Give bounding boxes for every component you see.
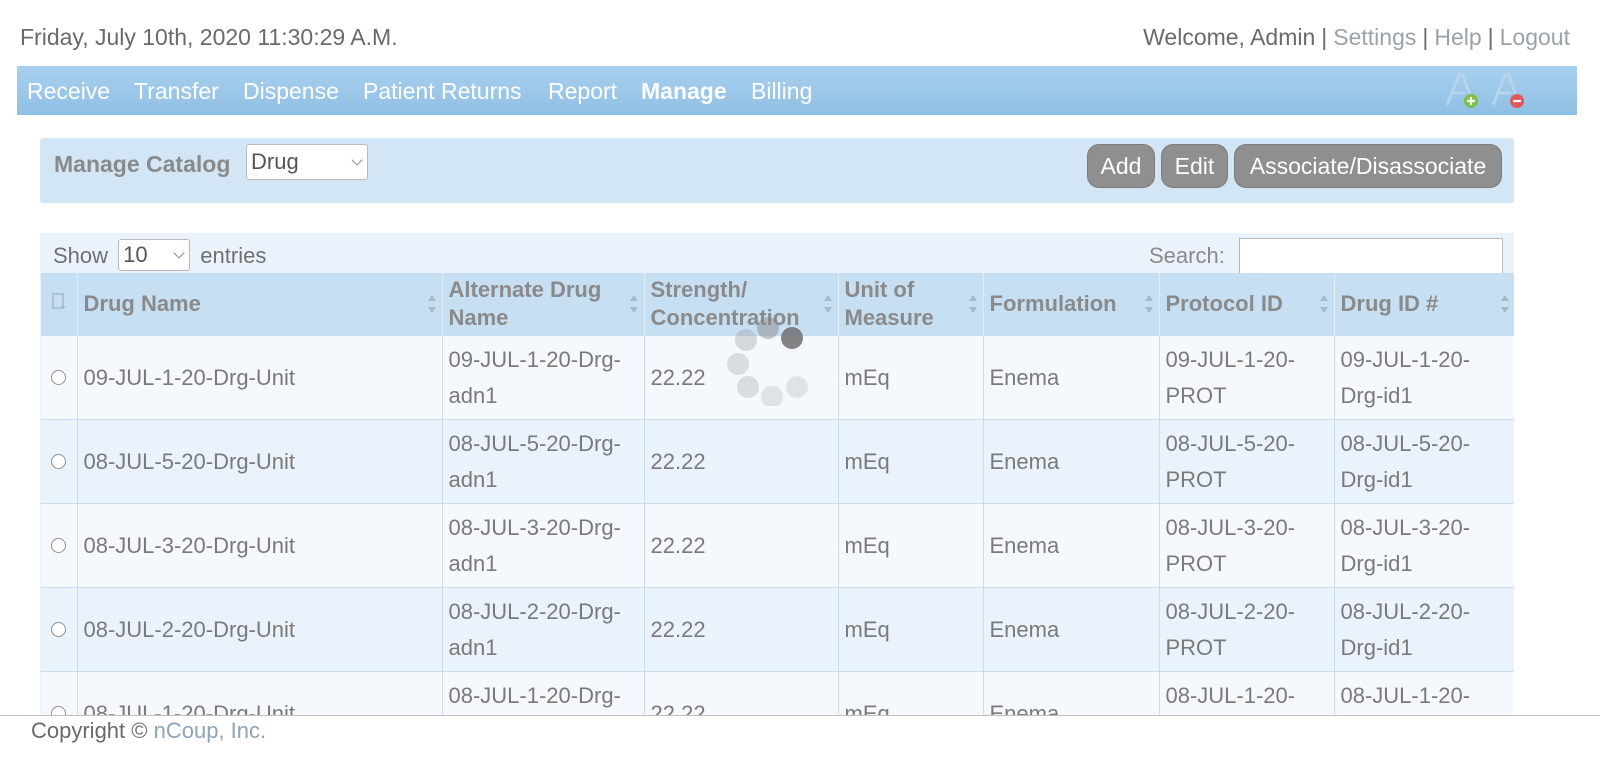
top-bar: Friday, July 10th, 2020 11:30:29 A.M. We… (0, 0, 1600, 65)
drug-id-cell: 08-JUL-3-20-Drg-id1 (1333, 503, 1514, 588)
brand-link[interactable]: nCoup, Inc. (154, 718, 267, 743)
alternate-name-cell: 08-JUL-5-20-Drg-adn1 (441, 419, 644, 504)
formulation-cell: Enema (982, 335, 1159, 420)
entries-select[interactable]: 10 (118, 239, 191, 271)
formulation-cell: Enema (982, 419, 1159, 504)
row-select-cell (41, 587, 77, 672)
drug-name-cell: 08-JUL-2-20-Drg-Unit (76, 587, 442, 672)
select-all-icon[interactable] (52, 293, 66, 311)
alternate-name-cell: 09-JUL-1-20-Drg-adn1 (441, 335, 644, 420)
nav-patient-returns[interactable]: Patient Returns (363, 78, 522, 105)
logout-link[interactable]: Logout (1500, 24, 1570, 50)
row-radio[interactable] (51, 621, 67, 637)
chevron-down-icon (351, 154, 363, 166)
formulation-cell: Enema (982, 587, 1159, 672)
nav-transfer[interactable]: Transfer (134, 78, 219, 105)
show-entries: Show 10 entries (53, 239, 267, 273)
main-nav: Receive Transfer Dispense Patient Return… (17, 66, 1577, 115)
edit-button[interactable]: Edit (1161, 144, 1228, 188)
drug-id-cell: 09-JUL-1-20-Drg-id1 (1333, 335, 1514, 420)
row-radio[interactable] (51, 453, 67, 469)
entries-label: entries (200, 242, 267, 268)
alternate-name-cell: 08-JUL-3-20-Drg-adn1 (441, 503, 644, 588)
user-links: Welcome, Admin | Settings | Help | Logout (1143, 24, 1570, 51)
protocol-id-cell: 08-JUL-5-20-PROT (1158, 419, 1334, 504)
copyright-text: Copyright © (31, 718, 148, 743)
strength-cell: 22.22 (643, 587, 838, 672)
separator: | (1321, 24, 1328, 50)
show-label: Show (53, 242, 109, 268)
nav-billing[interactable]: Billing (751, 78, 812, 105)
row-radio[interactable] (51, 537, 67, 553)
entries-select-value: 10 (123, 242, 148, 267)
sort-icon (1144, 295, 1153, 313)
row-select-cell (41, 335, 77, 420)
copyright: Copyright © nCoup, Inc. (31, 718, 266, 744)
strength-cell: 22.22 (643, 419, 838, 504)
font-increase-icon[interactable] (1441, 71, 1481, 111)
unit-cell: mEq (837, 503, 983, 588)
alternate-name-cell: 08-JUL-2-20-Drg-adn1 (441, 587, 644, 672)
drug-id-cell: 08-JUL-2-20-Drg-id1 (1333, 587, 1514, 672)
table-row[interactable]: 08-JUL-2-20-Drg-Unit 08-JUL-2-20-Drg-adn… (41, 587, 1514, 672)
add-button[interactable]: Add (1087, 144, 1155, 188)
protocol-id-cell: 08-JUL-2-20-PROT (1158, 587, 1334, 672)
spinner-icon (727, 317, 808, 406)
unit-cell: mEq (837, 587, 983, 672)
table-row[interactable]: 08-JUL-5-20-Drg-Unit 08-JUL-5-20-Drg-adn… (41, 419, 1514, 504)
nav-report[interactable]: Report (548, 78, 617, 105)
settings-link[interactable]: Settings (1333, 24, 1416, 50)
manage-catalog-label: Manage Catalog (54, 151, 231, 177)
drug-name-cell: 08-JUL-5-20-Drg-Unit (76, 419, 442, 504)
sort-icon (1319, 295, 1328, 313)
sort-icon (968, 295, 977, 313)
footer: Copyright © nCoup, Inc. (0, 715, 1600, 758)
row-select-cell (41, 503, 77, 588)
protocol-id-cell: 08-JUL-3-20-PROT (1158, 503, 1334, 588)
associate-disassociate-button[interactable]: Associate/Disassociate (1234, 144, 1502, 188)
select-column-header (41, 273, 77, 336)
sort-icon (427, 295, 436, 313)
column-header-drug-id[interactable]: Drug ID # (1333, 273, 1514, 336)
column-header-drug-name[interactable]: Drug Name (76, 273, 442, 336)
row-select-cell (41, 419, 77, 504)
protocol-id-cell: 09-JUL-1-20-PROT (1158, 335, 1334, 420)
formulation-cell: Enema (982, 503, 1159, 588)
sort-icon (1501, 295, 1509, 313)
unit-cell: mEq (837, 419, 983, 504)
chevron-down-icon (173, 247, 185, 259)
table-row[interactable]: 08-JUL-3-20-Drg-Unit 08-JUL-3-20-Drg-adn… (41, 503, 1514, 588)
catalog-select[interactable]: Drug (246, 144, 368, 180)
current-datetime: Friday, July 10th, 2020 11:30:29 A.M. (20, 24, 398, 50)
nav-dispense[interactable]: Dispense (243, 78, 339, 105)
column-header-unit-of-measure[interactable]: Unit of Measure (837, 273, 983, 336)
font-decrease-icon[interactable] (1487, 71, 1527, 111)
nav-receive[interactable]: Receive (27, 78, 110, 105)
manage-catalog-panel: Manage Catalog Drug Add Edit Associate/D… (40, 138, 1514, 203)
drug-name-cell: 08-JUL-3-20-Drg-Unit (76, 503, 442, 588)
unit-cell: mEq (837, 335, 983, 420)
search-label: Search: (1149, 243, 1225, 268)
column-header-formulation[interactable]: Formulation (982, 273, 1159, 336)
drug-id-cell: 08-JUL-5-20-Drg-id1 (1333, 419, 1514, 504)
column-header-alternate-drug-name[interactable]: Alternate Drug Name (441, 273, 644, 336)
separator: | (1487, 24, 1494, 50)
help-link[interactable]: Help (1434, 24, 1481, 50)
catalog-select-value: Drug (251, 149, 299, 174)
drug-name-cell: 09-JUL-1-20-Drg-Unit (76, 335, 442, 420)
strength-cell: 22.22 (643, 503, 838, 588)
row-radio[interactable] (51, 369, 67, 385)
welcome-text: Welcome, Admin (1143, 24, 1316, 50)
column-header-protocol-id[interactable]: Protocol ID (1158, 273, 1334, 336)
search-input[interactable] (1239, 238, 1503, 276)
separator: | (1422, 24, 1429, 50)
sort-icon (629, 295, 638, 313)
nav-manage[interactable]: Manage (641, 78, 727, 105)
